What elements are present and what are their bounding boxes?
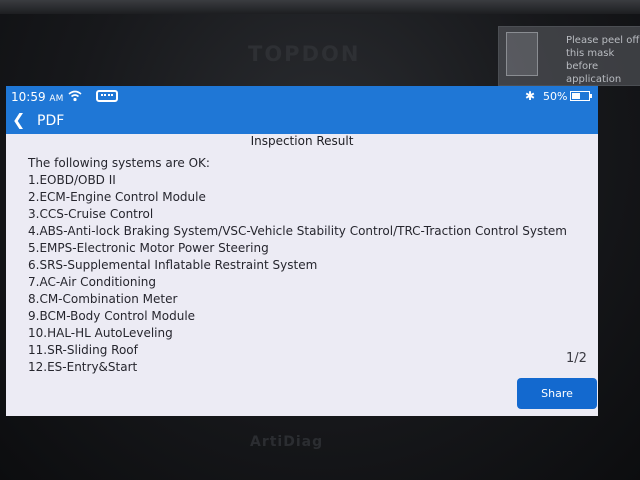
vci-connector-icon xyxy=(96,90,118,102)
status-time: 10:59 AM xyxy=(11,90,63,104)
wifi-icon xyxy=(68,90,82,102)
page-title: PDF xyxy=(37,113,65,129)
list-item: 4.ABS-Anti-lock Braking System/VSC-Vehic… xyxy=(28,224,567,238)
battery-fill xyxy=(572,93,580,99)
share-button[interactable]: Share xyxy=(517,378,597,409)
list-item: 11.SR-Sliding Roof xyxy=(28,343,138,357)
list-item: 10.HAL-HL AutoLeveling xyxy=(28,326,173,340)
list-item: 2.ECM-Engine Control Module xyxy=(28,190,206,204)
battery-icon xyxy=(570,91,592,101)
list-item: 8.CM-Combination Meter xyxy=(28,292,178,306)
list-item: 12.ES-Entry&Start xyxy=(28,360,138,374)
report-content: The following systems are OK: 1.EOBD/OBD… xyxy=(28,154,584,376)
bluetooth-icon: ✱ xyxy=(525,89,536,103)
page-indicator: 1/2 xyxy=(566,351,587,366)
list-item: 5.EMPS-Electronic Motor Power Steering xyxy=(28,241,269,255)
clock-time: 10:59 xyxy=(11,90,46,104)
section-title: Inspection Result xyxy=(250,134,354,148)
list-item: 1.EOBD/OBD II xyxy=(28,173,116,187)
device-screen: 10:59 AM ✱ 50% ❮ PDF Inspection Result T… xyxy=(6,86,598,416)
device-model-label: ArtiDiag xyxy=(250,434,324,450)
peel-film-icon xyxy=(506,32,538,76)
list-item: 7.AC-Air Conditioning xyxy=(28,275,157,289)
list-item: 9.BCM-Body Control Module xyxy=(28,309,196,323)
status-bar: 10:59 AM ✱ 50% xyxy=(6,86,598,108)
device-brand-logo: TOPDON xyxy=(248,42,361,66)
report-intro: The following systems are OK: xyxy=(28,156,210,170)
clock-ampm: AM xyxy=(49,94,64,104)
title-bar: ❮ PDF xyxy=(6,108,598,134)
protective-film-text: Please peel off this mask before applica… xyxy=(566,35,640,85)
list-item: 6.SRS-Supplemental Inflatable Restraint … xyxy=(28,258,318,272)
device-top-edge xyxy=(0,0,640,14)
chevron-left-icon[interactable]: ❮ xyxy=(12,112,25,128)
list-item: 3.CCS-Cruise Control xyxy=(28,207,154,221)
battery-percentage: 50% xyxy=(543,90,568,103)
